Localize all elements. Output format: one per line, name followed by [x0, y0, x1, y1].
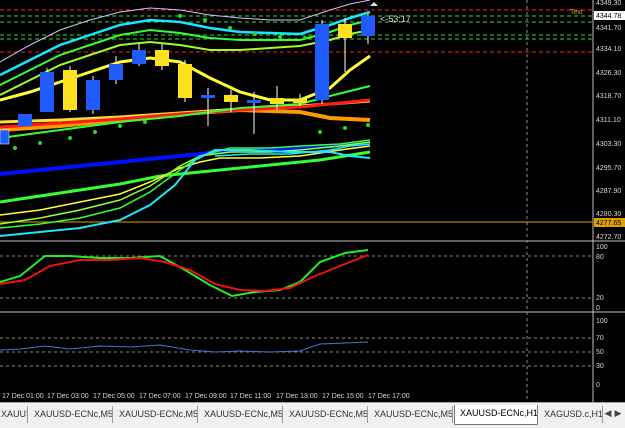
price-tick: 4311.10: [596, 117, 621, 124]
time-tick: 17 Dec 07:00: [139, 393, 181, 400]
bull-candle[interactable]: [132, 50, 146, 64]
chart-tab[interactable]: XAUUSD-ECNc,M5: [0, 406, 28, 423]
level-price-label: 4277.65: [596, 220, 621, 227]
price-tick: 4334.10: [596, 46, 621, 53]
bull-candle[interactable]: [247, 100, 261, 103]
rsi-tick: 0: [596, 382, 600, 389]
bear-candle[interactable]: [338, 24, 352, 38]
time-tick: 17 Dec 15:00: [322, 393, 364, 400]
time-tick: 17 Dec 09:00: [185, 393, 227, 400]
current-price-label: 4344.78: [596, 13, 621, 20]
time-tick: 17 Dec 01:00: [2, 393, 44, 400]
bear-candle[interactable]: [293, 99, 307, 103]
chart-tab[interactable]: XAUUSD-ECNc,M5: [29, 406, 113, 423]
chart-tab[interactable]: XAUUSD-ECNc,M5: [369, 406, 453, 423]
rsi-tick: 100: [596, 318, 608, 325]
time-axis[interactable]: 17 Dec 01:00 17 Dec 03:00 17 Dec 05:00 1…: [2, 393, 410, 400]
bear-candle[interactable]: [270, 98, 284, 104]
chart-tab[interactable]: XAUUSD-ECNc,M5: [284, 406, 368, 423]
bear-candle[interactable]: [224, 95, 238, 102]
bear-candle[interactable]: [155, 50, 169, 66]
time-tick: 17 Dec 17:00: [368, 393, 410, 400]
stochastic-scale: 100 80 20 0: [596, 244, 608, 312]
bull-candle[interactable]: [109, 64, 123, 80]
price-tick: 4303.30: [596, 141, 621, 148]
time-tick: 17 Dec 13:00: [276, 393, 318, 400]
price-tick: 4341.70: [596, 25, 621, 32]
bull-candle[interactable]: [201, 95, 215, 98]
bull-candle[interactable]: [315, 24, 329, 100]
rsi-tick: 50: [596, 349, 604, 356]
chart-text-object[interactable]: Text: [570, 9, 583, 16]
stoch-tick: 100: [596, 244, 608, 251]
bull-candle[interactable]: [86, 80, 100, 110]
price-tick: 4295.70: [596, 165, 621, 172]
time-tick: 17 Dec 11:00: [230, 393, 271, 400]
stoch-tick: 20: [596, 295, 604, 302]
stoch-tick: 0: [596, 305, 600, 312]
tab-scroll-right-icon[interactable]: ▶: [613, 407, 623, 421]
tab-scroll-left-icon[interactable]: ◀: [603, 407, 613, 421]
bull-candle[interactable]: [0, 129, 10, 145]
rsi-pane[interactable]: [0, 313, 593, 402]
price-tick: 4349.30: [596, 0, 621, 7]
time-tick: 17 Dec 05:00: [93, 393, 135, 400]
bear-candle[interactable]: [63, 70, 77, 110]
bar-countdown: <-53:17: [380, 14, 411, 24]
stochastic-pane[interactable]: [0, 242, 593, 310]
price-tick: 4272.70: [596, 234, 621, 241]
price-chart[interactable]: <-53:17 Text 4349.30 4341.70 4334.10 432…: [0, 0, 625, 402]
chart-tab[interactable]: XAGUSD.c,H1: [539, 406, 603, 423]
chart-tab[interactable]: XAUUSD-ECNc,M5: [199, 406, 283, 423]
stoch-tick: 80: [596, 254, 604, 261]
time-tick: 17 Dec 03:00: [47, 393, 89, 400]
price-scale[interactable]: 4349.30 4341.70 4334.10 4326.30 4318.70 …: [596, 0, 621, 241]
bull-candle[interactable]: [18, 114, 32, 126]
price-tick: 4318.70: [596, 93, 621, 100]
rsi-tick: 70: [596, 335, 604, 342]
bull-candle[interactable]: [361, 16, 375, 36]
rsi-tick: 30: [596, 363, 604, 370]
bear-candle[interactable]: [178, 64, 192, 98]
chart-tab-active[interactable]: XAUUSD-ECNc,H1: [454, 405, 538, 425]
price-tick: 4287.90: [596, 188, 621, 195]
price-tick: 4326.30: [596, 70, 621, 77]
bull-candle[interactable]: [40, 72, 54, 112]
chart-tab[interactable]: XAUUSD-ECNc,M5: [114, 406, 198, 423]
chart-tab-bar: XAUUSD-ECNc,M5 XAUUSD-ECNc,M5 XAUUSD-ECN…: [0, 402, 625, 428]
price-tick: 4280.30: [596, 211, 621, 218]
rsi-scale: 100 70 50 30 0: [596, 318, 608, 389]
